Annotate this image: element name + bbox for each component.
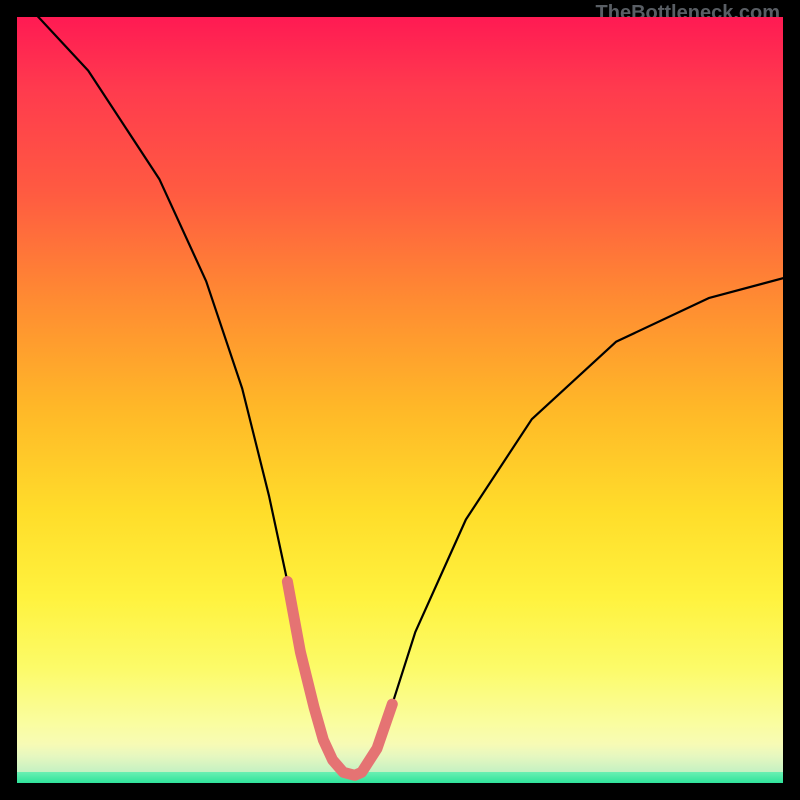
chart-stage: TheBottleneck.com [0, 0, 800, 800]
plot-area [17, 17, 783, 783]
curve-layer [17, 17, 783, 783]
near-bottom-highlight [287, 582, 392, 776]
bottleneck-curve [17, 17, 783, 775]
